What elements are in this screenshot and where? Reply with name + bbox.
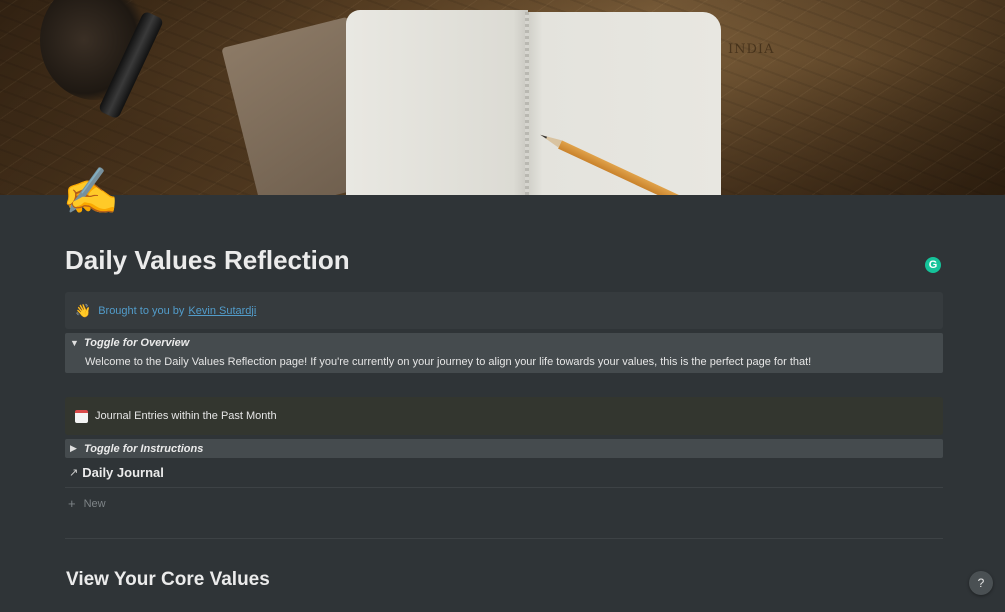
notebook-left-page bbox=[346, 10, 528, 195]
linked-database-title[interactable]: ↗ Daily Journal bbox=[69, 465, 164, 480]
overview-toggle-title: Toggle for Overview bbox=[84, 337, 190, 349]
instructions-toggle[interactable]: ▶ Toggle for Instructions bbox=[65, 439, 943, 458]
author-link[interactable]: Kevin Sutardji bbox=[188, 305, 256, 317]
section-heading[interactable]: View Your Core Values bbox=[66, 569, 270, 591]
grammarly-icon[interactable]: G bbox=[925, 257, 941, 273]
help-button[interactable]: ? bbox=[969, 571, 993, 595]
instructions-toggle-title: Toggle for Instructions bbox=[84, 442, 204, 455]
calendar-icon bbox=[75, 409, 88, 423]
author-callout: 👋 Brought to you by Kevin Sutardji bbox=[65, 292, 943, 329]
callout-text: Brought to you by bbox=[98, 304, 185, 317]
new-row-label: New bbox=[83, 497, 106, 510]
overview-toggle-header[interactable]: ▼ Toggle for Overview bbox=[65, 334, 943, 352]
section-divider bbox=[65, 538, 943, 539]
link-arrow-icon: ↗ bbox=[69, 467, 79, 479]
map-label: INDIA bbox=[728, 42, 775, 57]
overview-toggle: ▼ Toggle for Overview Welcome to the Dai… bbox=[65, 333, 943, 373]
notebook-binding bbox=[525, 12, 529, 195]
overview-toggle-body: Welcome to the Daily Values Reflection p… bbox=[85, 356, 812, 368]
new-row-button[interactable]: + New bbox=[68, 496, 106, 511]
page-title[interactable]: Daily Values Reflection bbox=[65, 245, 350, 276]
page-cover-image[interactable]: INDIA bbox=[0, 0, 1005, 195]
notebook-right-page bbox=[527, 12, 721, 195]
database-title[interactable]: Daily Journal bbox=[82, 465, 164, 480]
triangle-down-icon[interactable]: ▼ bbox=[70, 338, 84, 348]
journal-callout-text: Journal Entries within the Past Month bbox=[95, 410, 277, 422]
page-icon-writing-hand[interactable]: ✍️ bbox=[62, 168, 119, 214]
database-divider bbox=[65, 487, 943, 488]
triangle-right-icon[interactable]: ▶ bbox=[70, 443, 84, 454]
plus-icon: + bbox=[68, 496, 76, 511]
waving-hand-icon: 👋 bbox=[75, 302, 92, 318]
journal-callout: Journal Entries within the Past Month bbox=[65, 397, 943, 435]
